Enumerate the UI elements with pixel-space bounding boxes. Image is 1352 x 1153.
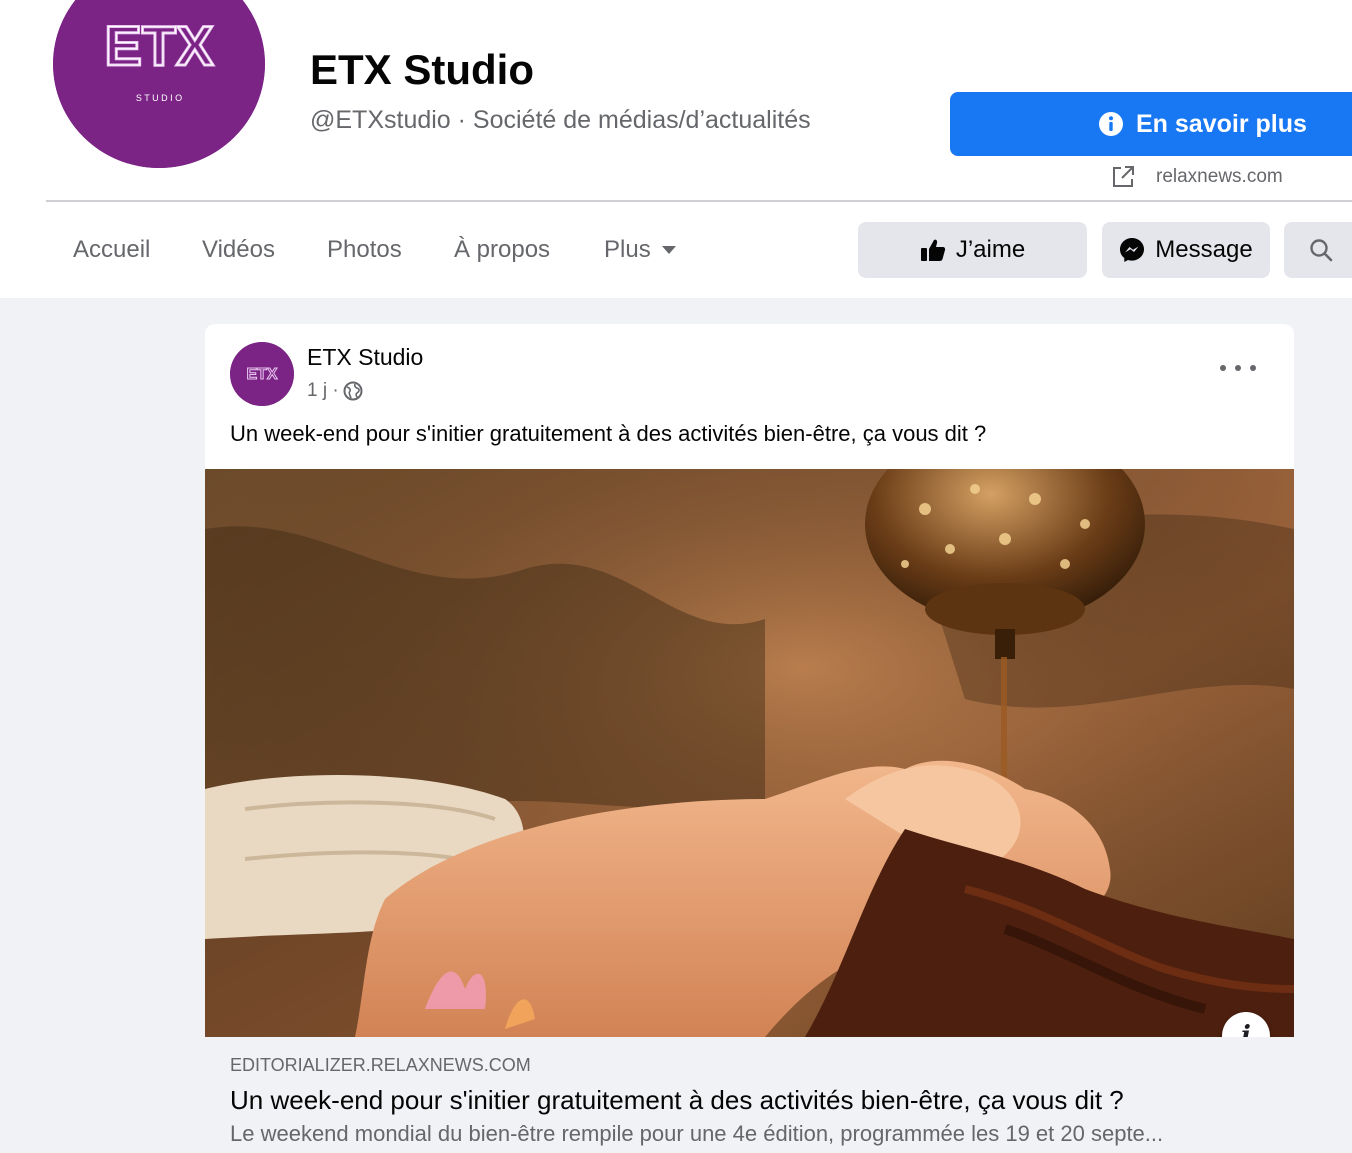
page-title: ETX Studio <box>310 46 534 93</box>
tab-videos-label: Vidéos <box>202 236 275 263</box>
thumbs-up-icon <box>920 239 945 261</box>
link-domain: EDITORIALIZER.RELAXNEWS.COM <box>230 1055 531 1075</box>
search-icon <box>1310 239 1333 262</box>
tab-accueil[interactable]: Accueil <box>73 236 150 264</box>
post-card: ETX ETX Studio 1 j · Un week-end pour s'… <box>205 324 1294 1153</box>
tab-a-propos[interactable]: À propos <box>454 236 550 264</box>
logo-text-inner: ETX <box>105 14 214 77</box>
learn-more-label: En savoir plus <box>1136 109 1307 138</box>
logo-subtext: S T U D I O <box>136 93 182 103</box>
tab-accueil-label: Accueil <box>73 236 151 263</box>
tab-plus-label: Plus <box>604 236 651 263</box>
page-subtitle: @ETXstudio · Société de médias/d’actuali… <box>310 106 811 134</box>
message-label: Message <box>1155 236 1253 263</box>
post-time[interactable]: 1 j · <box>307 380 339 402</box>
messenger-icon <box>1120 238 1145 262</box>
learn-more-button[interactable]: En savoir plus <box>950 92 1352 156</box>
etx-logo-small: ETX <box>230 342 294 406</box>
website-link[interactable]: relaxnews.com <box>1110 164 1283 190</box>
post-author-name[interactable]: ETX Studio <box>307 344 423 371</box>
tab-photos[interactable]: Photos <box>327 236 402 264</box>
tab-a-propos-label: À propos <box>454 236 551 263</box>
caret-down-icon <box>661 246 676 254</box>
website-link-label: relaxnews.com <box>1156 166 1283 187</box>
post-image[interactable] <box>205 469 1294 1037</box>
post-text: Un week-end pour s'initier gratuitement … <box>230 421 987 446</box>
post-meta: 1 j · <box>307 380 363 402</box>
page-avatar[interactable]: ETX ETX S T U D I O <box>53 0 265 168</box>
dot-icon <box>1250 365 1256 371</box>
link-preview[interactable]: EDITORIALIZER.RELAXNEWS.COM Un week-end … <box>205 1037 1294 1153</box>
tab-plus[interactable]: Plus <box>604 236 677 264</box>
search-button[interactable] <box>1284 222 1352 278</box>
like-button[interactable]: J’aime <box>858 222 1087 278</box>
etx-logo: ETX ETX S T U D I O <box>53 0 265 168</box>
post-more-button[interactable] <box>1220 358 1256 378</box>
tab-videos[interactable]: Vidéos <box>202 236 275 264</box>
link-description: Le weekend mondial du bien-être rempile … <box>230 1121 1164 1146</box>
link-title: Un week-end pour s'initier gratuitement … <box>230 1085 1124 1115</box>
tab-photos-label: Photos <box>327 236 402 263</box>
post-author-avatar[interactable]: ETX <box>230 342 294 406</box>
info-icon <box>1099 112 1123 136</box>
dot-icon <box>1235 365 1241 371</box>
dot-icon <box>1220 365 1226 371</box>
message-button[interactable]: Message <box>1102 222 1270 278</box>
spa-photo <box>205 469 1294 1037</box>
header-divider <box>46 200 1352 202</box>
external-link-icon <box>1113 166 1134 187</box>
post-logo-text: ETX <box>246 366 277 383</box>
page-header: ETX ETX S T U D I O ETX Studio @ETXstudi… <box>0 0 1352 298</box>
like-label: J’aime <box>955 236 1026 263</box>
globe-icon <box>343 381 363 401</box>
